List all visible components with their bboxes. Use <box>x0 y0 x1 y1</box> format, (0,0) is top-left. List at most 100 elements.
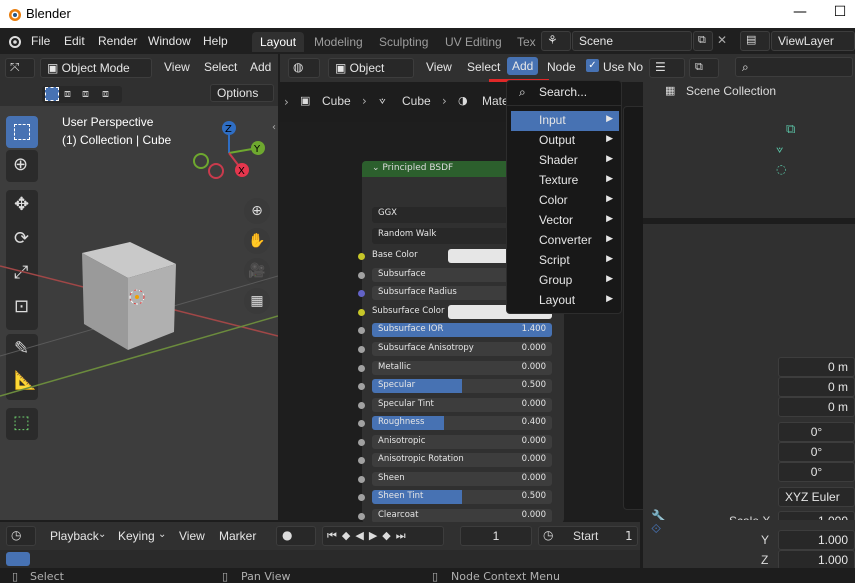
blender-menu-icon[interactable] <box>6 34 22 48</box>
timeline-editor-type-button[interactable]: ◷ <box>6 526 36 546</box>
autokey-toggle[interactable]: ● <box>276 526 316 546</box>
add-menu-item-texture[interactable]: Texture ▶ <box>511 171 619 191</box>
tab-uv-editing[interactable]: UV Editing <box>437 32 510 52</box>
add-menu-item-vector[interactable]: Vector ▶ <box>511 211 619 231</box>
editor-type-button[interactable]: ⤧ <box>5 58 35 78</box>
tab-modeling[interactable]: Modeling <box>306 32 371 52</box>
input-socket[interactable] <box>358 383 365 390</box>
scene-collection-label[interactable]: Scene Collection <box>686 84 776 98</box>
menu-render[interactable]: Render <box>98 34 137 48</box>
node-input-field[interactable]: Subsurface IOR 1.400 <box>372 323 552 337</box>
node-input-field[interactable]: Specular Tint 0.000 <box>372 398 552 412</box>
add-menu-item-input[interactable]: Input ▶ <box>511 111 619 131</box>
collapse-arrow-icon[interactable]: ⌄ <box>372 163 382 173</box>
scene-selector-button[interactable]: ⚘ <box>541 31 571 51</box>
node-input-field[interactable]: Subsurface Anisotropy 0.000 <box>372 342 552 356</box>
timeline-marker-menu[interactable]: Marker <box>219 529 256 543</box>
node-input-field[interactable]: Clearcoat 0.000 <box>372 509 552 523</box>
rotation-x-field[interactable]: 0° <box>778 422 855 442</box>
input-socket[interactable] <box>358 309 365 316</box>
minimize-button[interactable]: — <box>790 4 810 22</box>
node-menu-add[interactable]: Add <box>507 57 539 75</box>
remove-scene-icon[interactable]: ✕ <box>717 33 727 47</box>
menu-file[interactable]: File <box>31 34 50 48</box>
select-new-icon[interactable] <box>45 87 59 101</box>
select-invert-icon[interactable]: ⧈ <box>102 87 109 101</box>
scene-name-field[interactable]: Scene <box>572 31 692 51</box>
timeline-playback-menu[interactable]: Playback <box>50 529 99 543</box>
rotation-z-field[interactable]: 0° <box>778 462 855 482</box>
start-frame-field[interactable]: ◷ Start 1 <box>538 526 638 546</box>
input-socket[interactable] <box>358 476 365 483</box>
input-socket[interactable] <box>358 290 365 297</box>
timeline-keying-menu[interactable]: Keying <box>118 529 155 543</box>
tab-sculpting[interactable]: Sculpting <box>371 32 436 52</box>
menu-edit[interactable]: Edit <box>64 34 85 48</box>
select-extend-icon[interactable]: ⧈ <box>64 87 71 101</box>
add-menu-search[interactable]: ⌕ Search... <box>511 83 619 103</box>
physics-icon[interactable]: ⟐ <box>651 522 661 537</box>
add-menu-item-color[interactable]: Color ▶ <box>511 191 619 211</box>
use-nodes-checkbox[interactable]: ✓ <box>586 59 599 72</box>
node-input-field[interactable]: Anisotropic 0.000 <box>372 435 552 449</box>
location-x-field[interactable]: 0 m <box>778 357 855 377</box>
location-z-field[interactable]: 0 m <box>778 397 855 417</box>
menu-help[interactable]: Help <box>203 34 228 48</box>
add-menu-item-layout[interactable]: Layout ▶ <box>511 291 619 311</box>
selection-mode-buttons[interactable]: ⧈ ⧈ ⧈ <box>42 86 122 103</box>
input-socket[interactable] <box>358 439 365 446</box>
node-input-field[interactable]: Roughness 0.400 <box>372 416 552 430</box>
tab-texture-paint[interactable]: Tex <box>509 32 544 52</box>
node-input-field[interactable]: Metallic 0.000 <box>372 361 552 375</box>
input-socket[interactable] <box>358 402 365 409</box>
maximize-button[interactable]: ☐ <box>830 4 850 22</box>
add-menu-item-converter[interactable]: Converter ▶ <box>511 231 619 251</box>
add-menu-item-shader[interactable]: Shader ▶ <box>511 151 619 171</box>
input-socket[interactable] <box>358 494 365 501</box>
timeline-view-menu[interactable]: View <box>179 529 205 543</box>
node-input-field[interactable]: Anisotropic Rotation 0.000 <box>372 453 552 467</box>
3d-viewport[interactable]: ⊕ ✥ ⟳ ⤢ ⊡ ✎ 📐 ⬚ User Perspective (1) Col… <box>0 106 278 520</box>
add-menu-item-group[interactable]: Group ▶ <box>511 271 619 291</box>
viewport-menu-view[interactable]: View <box>164 60 190 74</box>
node-menu-select[interactable]: Select <box>467 60 500 74</box>
input-socket[interactable] <box>358 420 365 427</box>
outliner-search-input[interactable]: ⌕ <box>735 57 853 77</box>
shader-type-selector[interactable]: ▣ Object <box>328 58 414 78</box>
location-y-field[interactable]: 0 m <box>778 377 855 397</box>
node-input-field[interactable]: Sheen Tint 0.500 <box>372 490 552 504</box>
node-menu-view[interactable]: View <box>426 60 452 74</box>
timeline-strip[interactable] <box>0 550 640 568</box>
outliner-editor-type-button[interactable]: ☰ <box>649 58 685 78</box>
viewport-menu-add[interactable]: Add <box>250 60 271 74</box>
mode-selector[interactable]: ▣ Object Mode <box>40 58 152 78</box>
node-editor-type-button[interactable]: ◍ <box>288 58 320 78</box>
current-frame-field[interactable]: 1 <box>460 526 532 546</box>
node-input-field[interactable]: Sheen 0.000 <box>372 472 552 486</box>
scale-z-field[interactable]: 1.000 <box>778 550 855 570</box>
viewport-menu-select[interactable]: Select <box>204 60 237 74</box>
input-socket[interactable] <box>358 457 365 464</box>
playback-buttons-icon[interactable]: ⏮◆◀▶◆⏭ <box>327 529 411 542</box>
options-dropdown[interactable]: Options ⌄ <box>210 84 274 114</box>
playhead-marker[interactable] <box>6 552 30 566</box>
input-socket[interactable] <box>358 272 365 279</box>
add-menu-item-output[interactable]: Output ▶ <box>511 131 619 151</box>
input-socket[interactable] <box>358 327 365 334</box>
sidebar-toggle-arrow-icon[interactable]: ‹ <box>272 122 276 133</box>
tab-layout[interactable]: Layout <box>252 32 305 52</box>
viewlayer-name-field[interactable]: ViewLayer <box>771 31 855 51</box>
input-socket[interactable] <box>358 346 365 353</box>
input-socket[interactable] <box>358 253 365 260</box>
playback-controls[interactable]: ⏮◆◀▶◆⏭ <box>322 526 444 546</box>
input-socket[interactable] <box>358 365 365 372</box>
add-menu-item-script[interactable]: Script ▶ <box>511 251 619 271</box>
new-scene-button[interactable]: ⧉ <box>693 31 713 51</box>
rotation-y-field[interactable]: 0° <box>778 442 855 462</box>
select-subtract-icon[interactable]: ⧈ <box>82 87 89 101</box>
rotation-mode-dropdown[interactable]: XYZ Euler <box>778 487 855 507</box>
display-mode-button[interactable]: ⧉ <box>689 58 719 78</box>
menu-window[interactable]: Window <box>148 34 191 48</box>
node-menu-node[interactable]: Node <box>547 60 576 74</box>
scale-y-field[interactable]: 1.000 <box>778 530 855 550</box>
